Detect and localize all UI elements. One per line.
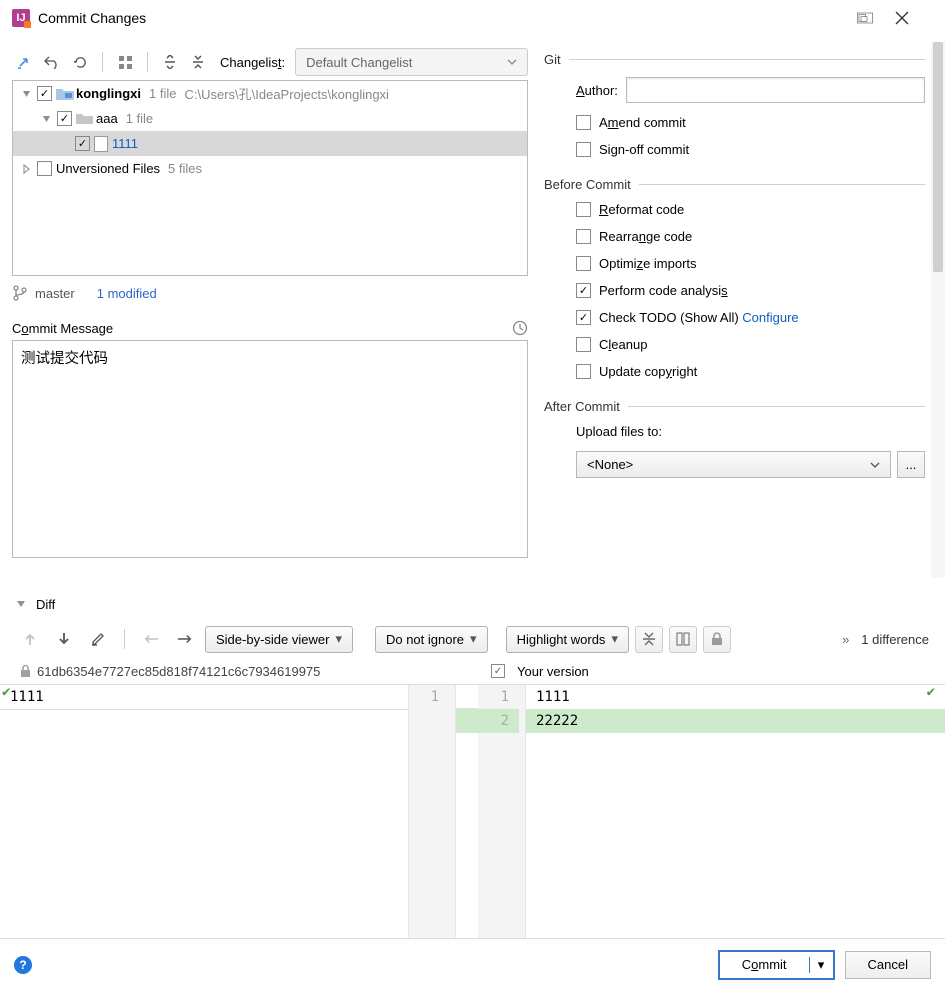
signoff-checkbox-row[interactable]: Sign-off commit xyxy=(576,142,925,157)
refresh-icon[interactable] xyxy=(68,50,92,74)
view-mode-combo[interactable]: Side-by-side viewer▾ xyxy=(205,626,353,653)
tree-folder-label: aaa xyxy=(96,111,118,126)
ignore-combo[interactable]: Do not ignore▾ xyxy=(375,626,488,653)
chevron-down-icon xyxy=(870,462,880,468)
readonly-toggle[interactable]: ✓ xyxy=(491,664,505,678)
tree-root-label: konglingxi xyxy=(76,86,141,101)
close-icon[interactable] xyxy=(895,11,933,25)
section-after: After Commit xyxy=(544,399,925,414)
help-icon[interactable]: ? xyxy=(14,956,32,974)
modified-link[interactable]: 1 modified xyxy=(97,286,157,301)
copyright-checkbox-row[interactable]: Update copyright xyxy=(576,364,925,379)
your-version-label: Your version xyxy=(517,664,589,679)
author-input[interactable] xyxy=(626,77,925,103)
gutter-line: 2 xyxy=(478,709,519,733)
expand-all-icon[interactable] xyxy=(158,50,182,74)
gutter-line: 1 xyxy=(478,685,519,709)
gutter-line: 1 xyxy=(409,685,449,709)
browse-button[interactable]: ... xyxy=(897,451,925,478)
chevron-right-icon[interactable] xyxy=(19,164,33,174)
window-title: Commit Changes xyxy=(38,10,146,26)
reformat-checkbox-row[interactable]: Reformat code xyxy=(576,202,925,217)
history-icon[interactable] xyxy=(512,320,528,336)
forward-icon[interactable] xyxy=(171,626,199,653)
rearrange-checkbox-row[interactable]: Rearrange code xyxy=(576,229,925,244)
changelist-combo[interactable]: Default Changelist xyxy=(295,48,528,76)
collapse-all-icon[interactable] xyxy=(186,50,210,74)
collapse-unchanged-icon[interactable] xyxy=(635,626,663,653)
upload-combo[interactable]: <None> xyxy=(576,451,891,478)
configure-link[interactable]: Configure xyxy=(742,310,798,325)
commit-message-input[interactable]: 测试提交代码 xyxy=(12,340,528,558)
checkbox[interactable]: ✓ xyxy=(37,86,52,101)
commit-message-label: Commit Message xyxy=(12,321,113,336)
diff-count: 1 difference xyxy=(861,632,929,647)
changes-toolbar: Changelist: Default Changelist xyxy=(12,44,528,80)
unversioned-label: Unversioned Files xyxy=(56,161,160,176)
sync-scroll-icon[interactable] xyxy=(669,626,697,653)
upload-label: Upload files to: xyxy=(576,424,662,439)
chevron-down-icon[interactable] xyxy=(39,114,53,123)
changelist-label: Changelist: xyxy=(220,55,285,70)
undo-icon[interactable] xyxy=(40,50,64,74)
highlight-combo[interactable]: Highlight words▾ xyxy=(506,626,629,653)
tree-folder-row[interactable]: ✓ aaa 1 file xyxy=(13,106,527,131)
folder-icon xyxy=(76,112,92,125)
diff-viewer: ✔ 1111 1 1 2 ✔ 1111 22222 xyxy=(0,684,945,967)
cancel-button[interactable]: Cancel xyxy=(845,951,931,979)
tree-file-row[interactable]: ✓ 1111 xyxy=(13,131,527,156)
checkbox[interactable]: ✓ xyxy=(75,136,90,151)
edit-icon[interactable] xyxy=(84,626,112,653)
commit-split-icon[interactable]: ▾ xyxy=(809,957,833,973)
revision-hash: 61db6354e7727ec85d818f74121c6c7934619975 xyxy=(37,664,320,679)
diff-toolbar: Side-by-side viewer▾ Do not ignore▾ High… xyxy=(0,620,945,658)
optimize-checkbox-row[interactable]: Optimize imports xyxy=(576,256,925,271)
diff-left-pane[interactable]: ✔ 1111 xyxy=(0,685,408,967)
group-by-icon[interactable] xyxy=(113,50,137,74)
lock-icon xyxy=(20,665,31,678)
commit-button[interactable]: Commit ▾ xyxy=(718,950,835,980)
settings-lock-icon[interactable] xyxy=(703,626,731,653)
tree-root-row[interactable]: ✓ konglingxi 1 file C:\Users\孔\IdeaProje… xyxy=(13,81,527,106)
tree-file-label: 1111 xyxy=(112,136,138,151)
back-icon[interactable] xyxy=(137,626,165,653)
todo-checkbox-row[interactable]: ✓Check TODO (Show All) Configure xyxy=(576,310,925,325)
amend-checkbox-row[interactable]: Amend commit xyxy=(576,115,925,130)
analysis-checkbox-row[interactable]: ✓Perform code analysis xyxy=(576,283,925,298)
chevron-down-icon[interactable] xyxy=(16,600,26,608)
prev-diff-icon[interactable] xyxy=(16,626,44,653)
check-icon: ✔ xyxy=(927,684,935,700)
diff-right-pane[interactable]: ✔ 1111 22222 xyxy=(526,685,945,967)
section-before: Before Commit xyxy=(544,177,925,192)
branch-status: master 1 modified xyxy=(12,280,528,306)
file-icon xyxy=(94,136,108,152)
section-git: Git xyxy=(544,52,925,67)
diff-title: Diff xyxy=(36,597,55,612)
chevron-down-icon[interactable] xyxy=(19,89,33,98)
window-button-icon[interactable] xyxy=(857,12,895,24)
cleanup-checkbox-row[interactable]: Cleanup xyxy=(576,337,925,352)
app-icon: IJ xyxy=(12,9,30,27)
chevron-down-icon xyxy=(507,59,517,65)
tree-unversioned-row[interactable]: Unversioned Files 5 files xyxy=(13,156,527,181)
next-diff-icon[interactable] xyxy=(50,626,78,653)
refresh-arrow-icon[interactable] xyxy=(12,50,36,74)
branch-icon xyxy=(12,285,27,301)
author-label: Author: xyxy=(576,83,618,98)
changes-tree[interactable]: ✓ konglingxi 1 file C:\Users\孔\IdeaProje… xyxy=(12,80,528,276)
scrollbar[interactable] xyxy=(931,42,945,578)
checkbox[interactable] xyxy=(37,161,52,176)
module-folder-icon xyxy=(56,87,72,100)
more-icon[interactable]: » xyxy=(842,632,849,647)
checkbox[interactable]: ✓ xyxy=(57,111,72,126)
